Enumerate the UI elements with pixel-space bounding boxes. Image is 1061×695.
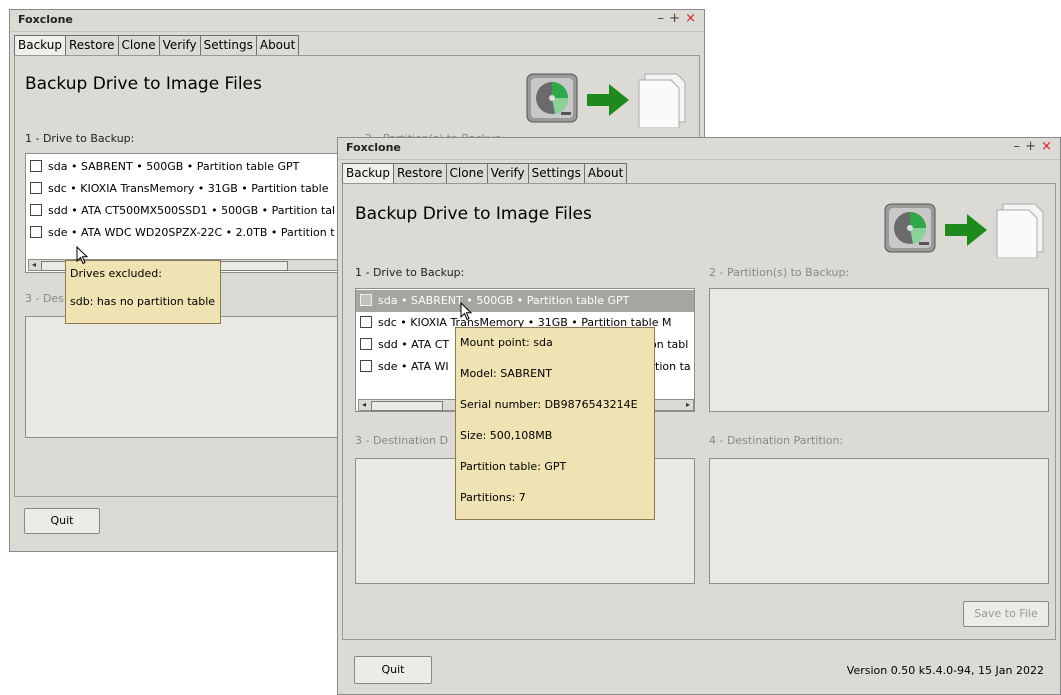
drive-list: sda • SABRENT • 500GB • Partition table … [25, 153, 355, 273]
excluded-drives-tooltip: Drives excluded: sdb: has no partition t… [65, 260, 221, 324]
section-destination-partition-label: 4 - Destination Partition: [709, 434, 844, 447]
destination-drive-list [25, 316, 345, 438]
drive-checkbox[interactable] [30, 160, 42, 172]
minimize-button[interactable]: – [1014, 139, 1021, 154]
drive-row[interactable]: sdc • KIOXIA TransMemory • 31GB • Partit… [26, 178, 354, 200]
drive-row[interactable]: sdd • ATA CT500MX500SSD1 • 500GB • Parti… [26, 200, 354, 222]
tab-bar: Backup Restore Clone Verify Settings Abo… [14, 35, 300, 56]
tab-about[interactable]: About [256, 35, 300, 56]
tab-settings[interactable]: Settings [200, 35, 257, 56]
partition-list [709, 288, 1049, 412]
tab-settings[interactable]: Settings [528, 163, 585, 184]
tab-bar: Backup Restore Clone Verify Settings Abo… [342, 163, 628, 184]
arrow-right-icon [587, 84, 629, 116]
hard-drive-icon [526, 73, 686, 129]
titlebar[interactable]: Foxclone – + × [338, 138, 1060, 160]
tooltip-body: sdb: has no partition table [70, 295, 216, 308]
section-destination-label: 3 - Destination D [355, 434, 449, 447]
section-drive-label: 1 - Drive to Backup: [25, 132, 135, 145]
drive-checkbox[interactable] [360, 338, 372, 350]
save-to-file-button[interactable]: Save to File [963, 601, 1049, 627]
scroll-left-icon[interactable]: ◂ [29, 260, 39, 270]
page-title: Backup Drive to Image Files [25, 74, 262, 94]
tooltip-mount-point: Mount point: sda [460, 336, 553, 349]
maximize-button[interactable]: + [1025, 139, 1036, 154]
tooltip-size: Size: 500,108MB [460, 429, 553, 442]
tooltip-serial: Serial number: DB9876543214E [460, 398, 638, 411]
hard-drive-icon [884, 203, 1044, 259]
scroll-left-icon[interactable]: ◂ [359, 400, 369, 410]
section-drive-label: 1 - Drive to Backup: [355, 266, 465, 279]
close-button[interactable]: × [685, 11, 696, 26]
backup-illustration [883, 196, 1053, 261]
backup-illustration [525, 66, 695, 131]
image-files-icon [996, 203, 1044, 259]
tab-restore[interactable]: Restore [394, 163, 447, 184]
section-partitions-label: 2 - Partition(s) to Backup: [709, 266, 850, 279]
mouse-cursor-icon [460, 302, 473, 321]
version-label: Version 0.50 k5.4.0-94, 15 Jan 2022 [846, 664, 1044, 677]
drive-checkbox[interactable] [30, 182, 42, 194]
drive-checkbox[interactable] [360, 360, 372, 372]
window-title: Foxclone [18, 13, 73, 26]
tab-clone[interactable]: Clone [446, 163, 488, 184]
close-button[interactable]: × [1041, 139, 1052, 154]
tab-backup[interactable]: Backup [14, 35, 66, 56]
tooltip-model: Model: SABRENT [460, 367, 553, 380]
window-title: Foxclone [346, 141, 401, 154]
tooltip-partitions: Partitions: 7 [460, 491, 526, 504]
front-window: Foxclone – + × Backup Restore Clone Veri… [337, 137, 1061, 695]
drive-info-tooltip: Mount point: sda Model: SABRENT Serial n… [455, 327, 655, 520]
quit-button[interactable]: Quit [24, 508, 100, 534]
drive-row[interactable]: sde • ATA WDC WD20SPZX-22C • 2.0TB • Par… [26, 222, 354, 244]
tab-about[interactable]: About [584, 163, 628, 184]
drive-checkbox[interactable] [360, 294, 372, 306]
arrow-right-icon [945, 214, 987, 246]
tooltip-title: Drives excluded: [70, 267, 162, 280]
tab-verify[interactable]: Verify [159, 35, 201, 56]
drive-checkbox[interactable] [30, 204, 42, 216]
titlebar[interactable]: Foxclone – + × [10, 10, 704, 32]
page-title: Backup Drive to Image Files [355, 204, 592, 224]
section-destination-label: 3 - Des [25, 292, 64, 305]
tab-backup[interactable]: Backup [342, 163, 394, 184]
backup-panel: Backup Drive to Image Files 1 - Drive to… [342, 183, 1056, 640]
drive-checkbox[interactable] [30, 226, 42, 238]
mouse-cursor-icon [76, 246, 89, 265]
maximize-button[interactable]: + [669, 11, 680, 26]
tab-restore[interactable]: Restore [66, 35, 119, 56]
destination-partition-list [709, 458, 1049, 584]
drive-checkbox[interactable] [360, 316, 372, 328]
scroll-thumb[interactable] [371, 401, 443, 411]
drive-row[interactable]: sda • SABRENT • 500GB • Partition table … [356, 290, 694, 312]
scroll-right-icon[interactable]: ▸ [683, 400, 693, 410]
tab-verify[interactable]: Verify [487, 163, 529, 184]
drive-row[interactable]: sda • SABRENT • 500GB • Partition table … [26, 156, 354, 178]
tab-clone[interactable]: Clone [118, 35, 160, 56]
tooltip-partition-table: Partition table: GPT [460, 460, 567, 473]
image-files-icon [638, 73, 686, 129]
minimize-button[interactable]: – [658, 11, 665, 26]
quit-button[interactable]: Quit [354, 656, 432, 684]
